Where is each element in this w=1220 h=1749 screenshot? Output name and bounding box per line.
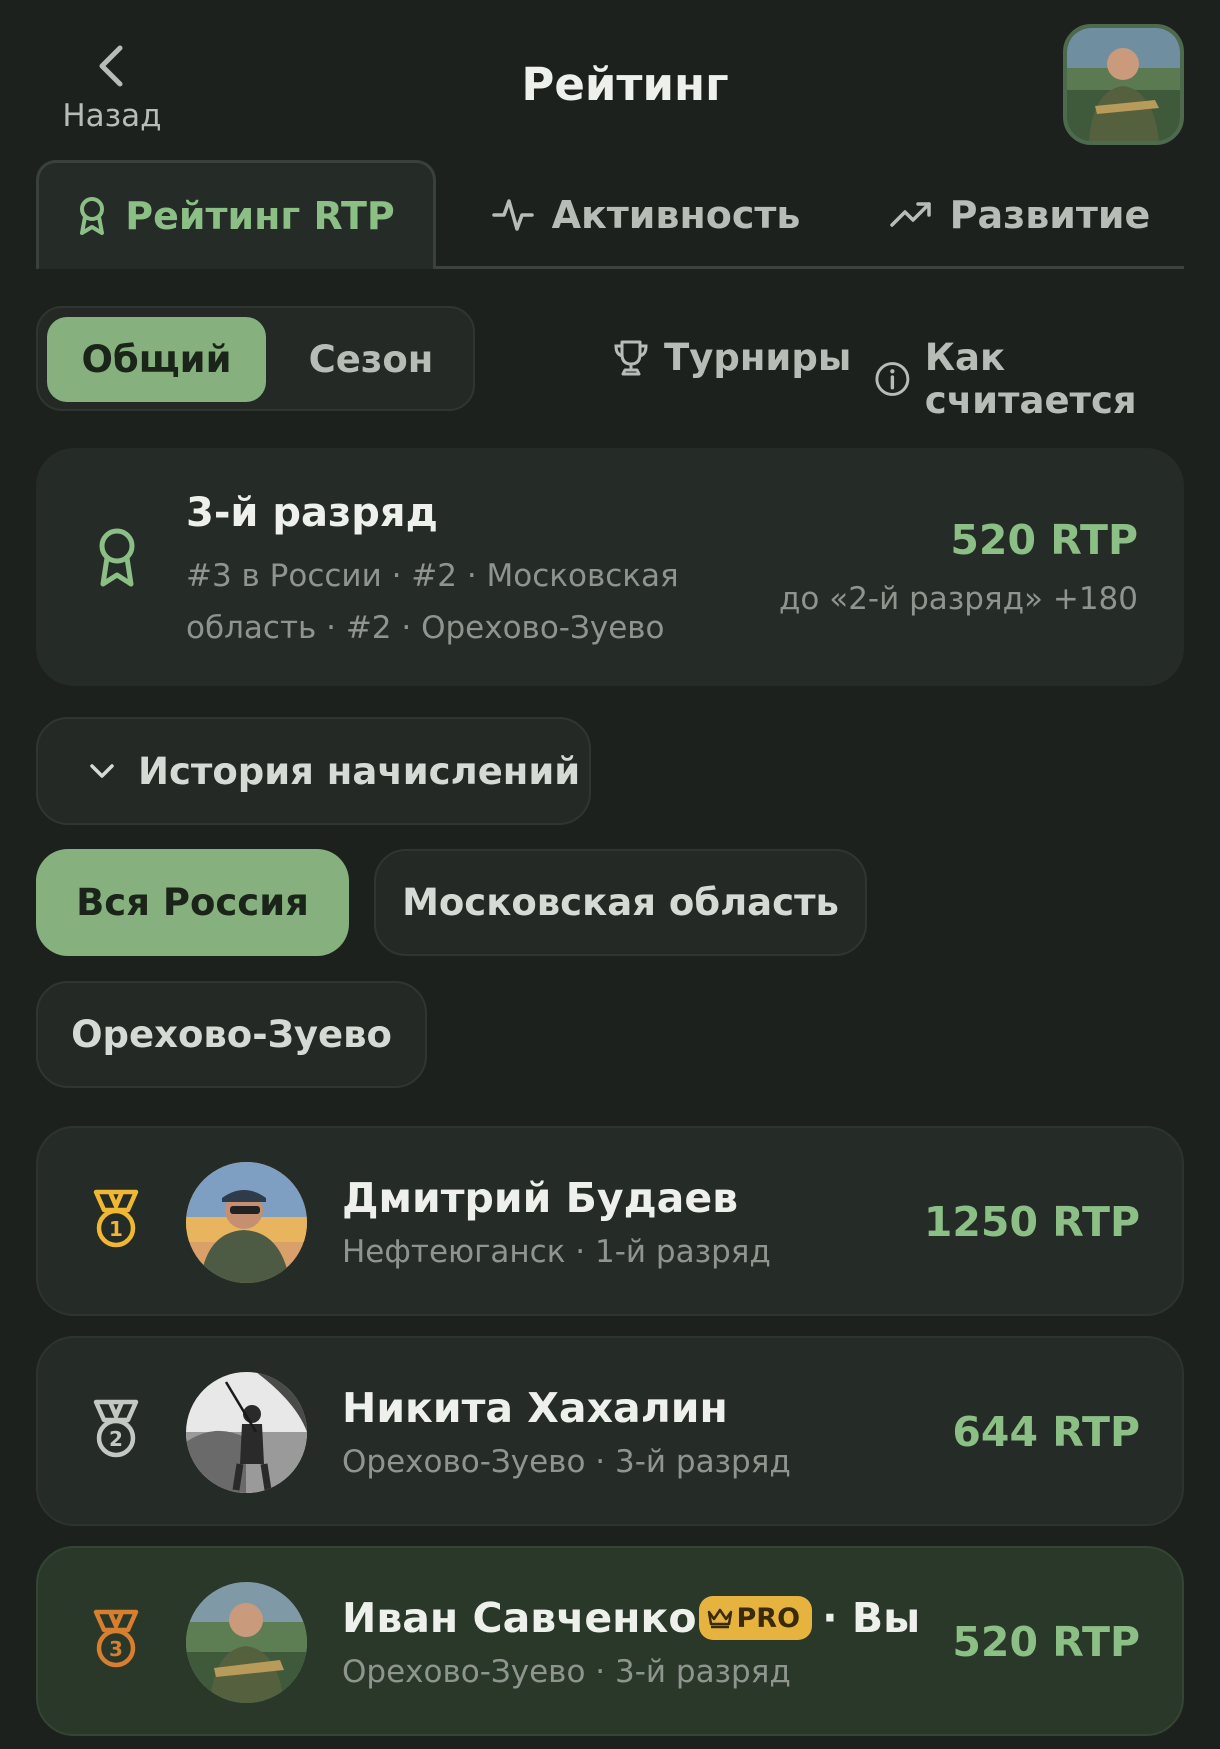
tournaments-link[interactable]: Турниры bbox=[612, 336, 851, 379]
bronze-medal-icon: 3 bbox=[93, 1609, 139, 1668]
avatar bbox=[186, 1582, 307, 1703]
player-name-text: Иван Савченко bbox=[342, 1594, 697, 1642]
rank-title: 3-й разряд bbox=[186, 490, 438, 536]
leaderboard-row[interactable]: 2 Никита Хахалин Орехово-Зуево · 3-й раз… bbox=[36, 1336, 1184, 1526]
player-name: Иван Савченко PRO · Вы bbox=[342, 1594, 920, 1642]
tab-development[interactable]: Развитие bbox=[856, 160, 1184, 269]
player-meta: Орехово-Зуево · 3-й разряд bbox=[342, 1444, 791, 1480]
tab-label: Активность bbox=[551, 192, 801, 237]
history-label: История начислений bbox=[138, 749, 581, 793]
player-name: Дмитрий Будаев bbox=[342, 1174, 739, 1222]
back-button[interactable]: Назад bbox=[52, 42, 172, 134]
avatar bbox=[186, 1162, 307, 1283]
player-meta: Нефтеюганск · 1-й разряд bbox=[342, 1234, 771, 1270]
chevron-left-icon bbox=[99, 45, 123, 87]
period-segmented-control: Общий Сезон bbox=[36, 306, 475, 411]
history-toggle[interactable]: История начислений bbox=[36, 717, 591, 825]
activity-icon bbox=[491, 198, 534, 231]
back-label: Назад bbox=[62, 98, 162, 134]
region-chip-russia[interactable]: Вся Россия bbox=[36, 849, 349, 956]
crown-icon bbox=[707, 1608, 732, 1629]
tab-label: Развитие bbox=[949, 192, 1151, 237]
tab-label: Рейтинг RTP bbox=[125, 194, 395, 238]
rank-places: #3 в России · #2 · Московская область · … bbox=[186, 558, 679, 646]
leaderboard-row[interactable]: 1 Дмитрий Будаев Нефтеюганск · 1-й разря… bbox=[36, 1126, 1184, 1316]
svg-text:2: 2 bbox=[109, 1427, 123, 1451]
avatar bbox=[186, 1372, 307, 1493]
svg-text:3: 3 bbox=[109, 1637, 123, 1661]
trophy-icon bbox=[614, 340, 648, 375]
svg-text:1: 1 bbox=[109, 1217, 123, 1241]
segment-overall[interactable]: Общий bbox=[47, 317, 266, 402]
tab-bar: Рейтинг RTP Активность Развитие bbox=[36, 160, 1184, 269]
region-chip-moscow-oblast[interactable]: Московская область bbox=[374, 849, 867, 956]
gold-medal-icon: 1 bbox=[93, 1189, 139, 1248]
region-chip-orekhovo-zuevo[interactable]: Орехово-Зуево bbox=[36, 981, 427, 1088]
you-label: · Вы bbox=[822, 1594, 921, 1642]
player-score: 1250 RTP bbox=[923, 1198, 1140, 1246]
segment-season[interactable]: Сезон bbox=[276, 317, 466, 402]
player-name: Никита Хахалин bbox=[342, 1384, 728, 1432]
award-icon bbox=[80, 197, 105, 235]
rtp-total: 520 RTP bbox=[950, 516, 1138, 564]
chevron-down-icon bbox=[90, 764, 114, 778]
pro-badge: PRO bbox=[698, 1596, 813, 1640]
tab-rating-rtp[interactable]: Рейтинг RTP bbox=[36, 160, 436, 269]
player-score: 644 RTP bbox=[952, 1408, 1140, 1456]
tournaments-label: Турниры bbox=[664, 336, 852, 379]
profile-avatar[interactable] bbox=[1063, 24, 1184, 145]
tab-activity[interactable]: Активность bbox=[471, 160, 821, 269]
silver-medal-icon: 2 bbox=[93, 1399, 139, 1458]
how-calculated-label: Как считается bbox=[924, 336, 1137, 422]
page-title: Рейтинг bbox=[521, 58, 729, 111]
info-icon bbox=[875, 362, 910, 396]
pro-badge-label: PRO bbox=[736, 1602, 801, 1634]
next-rank-hint: до «2-й разряд» +180 bbox=[778, 581, 1138, 617]
trending-up-icon bbox=[889, 201, 931, 227]
player-score: 520 RTP bbox=[952, 1618, 1140, 1666]
player-meta: Орехово-Зуево · 3-й разряд bbox=[342, 1654, 791, 1690]
award-icon bbox=[99, 528, 135, 587]
how-calculated-link[interactable]: Как считается bbox=[874, 336, 1220, 422]
leaderboard-row-current-user[interactable]: 3 Иван Савченко PRO · Вы Орехово-Зуево ·… bbox=[36, 1546, 1184, 1736]
